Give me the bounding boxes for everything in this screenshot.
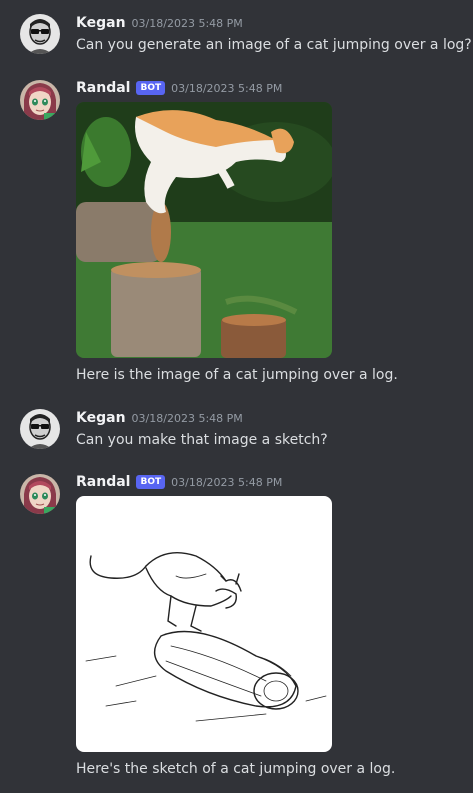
image-attachment-cat-photo[interactable]	[76, 102, 332, 358]
avatar-randal[interactable]	[20, 474, 60, 514]
message-header: Kegan 03/18/2023 5:48 PM	[76, 408, 243, 428]
message-header: Randal BOT 03/18/2023 5:48 PM	[76, 78, 282, 98]
message-kegan-1: Kegan 03/18/2023 5:48 PM Can you generat…	[0, 10, 473, 60]
message-header: Kegan 03/18/2023 5:48 PM	[76, 13, 243, 33]
bot-badge: BOT	[136, 81, 166, 95]
timestamp: 03/18/2023 5:48 PM	[171, 81, 283, 95]
username[interactable]: Kegan	[76, 410, 126, 426]
avatar-randal[interactable]	[20, 80, 60, 120]
avatar-kegan[interactable]	[20, 409, 60, 449]
timestamp: 03/18/2023 5:48 PM	[131, 16, 243, 30]
message-header: Randal BOT 03/18/2023 5:48 PM	[76, 472, 282, 492]
message-text: Here's the sketch of a cat jumping over …	[76, 761, 396, 777]
message-text: Can you generate an image of a cat jumpi…	[76, 37, 472, 53]
bot-badge: BOT	[136, 475, 166, 489]
message-kegan-2: Kegan 03/18/2023 5:48 PM Can you make th…	[0, 405, 473, 455]
message-text: Here is the image of a cat jumping over …	[76, 367, 398, 383]
image-attachment-cat-sketch[interactable]	[76, 496, 332, 752]
username[interactable]: Randal	[76, 80, 130, 96]
message-text: Can you make that image a sketch?	[76, 432, 328, 448]
username[interactable]: Randal	[76, 474, 130, 490]
timestamp: 03/18/2023 5:48 PM	[171, 475, 283, 489]
username[interactable]: Kegan	[76, 15, 126, 31]
message-randal-1: Randal BOT 03/18/2023 5:48 PM Here is th…	[0, 78, 473, 388]
message-randal-2: Randal BOT 03/18/2023 5:48 PM Here's the…	[0, 472, 473, 782]
avatar-kegan[interactable]	[20, 14, 60, 54]
timestamp: 03/18/2023 5:48 PM	[131, 411, 243, 425]
